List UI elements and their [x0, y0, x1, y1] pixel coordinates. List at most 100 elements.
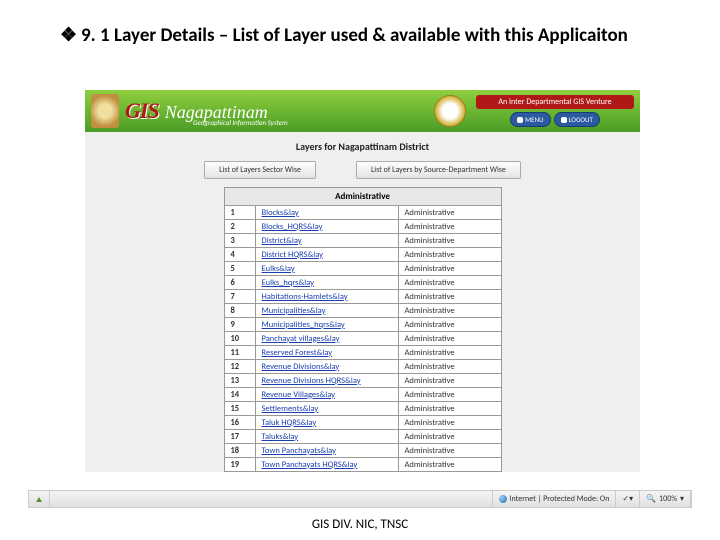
app-screenshot: GIS Nagapattinam Geographical Informatio…	[85, 90, 640, 472]
table-row: 16Taluk HQRS&layAdministrative	[224, 416, 501, 430]
table-row: 10Panchayat villages&layAdministrative	[224, 332, 501, 346]
row-category: Administrative	[398, 388, 501, 402]
row-number: 17	[224, 430, 255, 444]
row-number: 9	[224, 318, 255, 332]
row-layer-link[interactable]: District HQRS&lay	[255, 248, 398, 262]
menu-icon	[517, 117, 523, 123]
row-category: Administrative	[398, 290, 501, 304]
table-row: 15Settlements&layAdministrative	[224, 402, 501, 416]
row-category: Administrative	[398, 248, 501, 262]
row-layer-link[interactable]: District&lay	[255, 234, 398, 248]
row-category: Administrative	[398, 234, 501, 248]
row-category: Administrative	[398, 220, 501, 234]
status-zoom[interactable]: 🔍 100% ▾	[640, 491, 691, 507]
slide-title: ❖9. 1 Layer Details – List of Layer used…	[60, 24, 628, 47]
row-number: 2	[224, 220, 255, 234]
status-spacer	[50, 491, 493, 507]
table-row: 8Municipalities&layAdministrative	[224, 304, 501, 318]
row-category: Administrative	[398, 430, 501, 444]
app-header: GIS Nagapattinam Geographical Informatio…	[85, 90, 640, 132]
row-number: 1	[224, 206, 255, 220]
table-row: 9Municipalities_hqrs&layAdministrative	[224, 318, 501, 332]
row-number: 4	[224, 248, 255, 262]
bullet-icon: ❖	[60, 25, 77, 46]
menu-button[interactable]: MENU	[510, 112, 550, 127]
row-layer-link[interactable]: Reserved Forest&lay	[255, 346, 398, 360]
slide-footer: GIS DIV. NIC, TNSC	[0, 517, 720, 532]
row-layer-link[interactable]: Blocks&lay	[255, 206, 398, 220]
title-text: 9. 1 Layer Details – List of Layer used …	[81, 24, 628, 47]
row-layer-link[interactable]: Revenue Divisions HQRS&lay	[255, 374, 398, 388]
row-layer-link[interactable]: Blocks_HQRS&lay	[255, 220, 398, 234]
row-number: 7	[224, 290, 255, 304]
row-layer-link[interactable]: Taluk HQRS&lay	[255, 416, 398, 430]
row-layer-link[interactable]: Municipalities_hqrs&lay	[255, 318, 398, 332]
row-number: 18	[224, 444, 255, 458]
table-row: 12Revenue Divisions&layAdministrative	[224, 360, 501, 374]
table-row: 2Blocks_HQRS&layAdministrative	[224, 220, 501, 234]
row-layer-link[interactable]: Panchayat villages&lay	[255, 332, 398, 346]
logout-icon	[561, 117, 567, 123]
table-row: 7Habitations-Hamlets&layAdministrative	[224, 290, 501, 304]
table-row: 6Eulks_hqrs&layAdministrative	[224, 276, 501, 290]
logout-button[interactable]: LOGOUT	[554, 112, 600, 127]
table-row: 4District HQRS&layAdministrative	[224, 248, 501, 262]
table-row: 17Taluks&layAdministrative	[224, 430, 501, 444]
row-number: 19	[224, 458, 255, 472]
row-category: Administrative	[398, 262, 501, 276]
row-layer-link[interactable]: Eulks&lay	[255, 262, 398, 276]
chevron-down-icon: ▾	[680, 494, 684, 504]
row-category: Administrative	[398, 346, 501, 360]
layers-table: Administrative 1Blocks&layAdministrative…	[224, 187, 502, 472]
globe-icon	[499, 495, 507, 503]
table-row: 5Eulks&layAdministrative	[224, 262, 501, 276]
row-category: Administrative	[398, 206, 501, 220]
table-row: 14Revenue Villages&layAdministrative	[224, 388, 501, 402]
status-extra1[interactable]: ✓▾	[616, 491, 640, 507]
menu-logout-row: MENU LOGOUT	[476, 112, 634, 127]
table-row: 11Reserved Forest&layAdministrative	[224, 346, 501, 360]
row-number: 8	[224, 304, 255, 318]
row-number: 12	[224, 360, 255, 374]
row-layer-link[interactable]: Eulks_hqrs&lay	[255, 276, 398, 290]
tab-sector-wise[interactable]: List of Layers Sector Wise	[204, 161, 316, 179]
zoom-text: 100%	[659, 494, 677, 504]
row-category: Administrative	[398, 374, 501, 388]
row-layer-link[interactable]: Revenue Villages&lay	[255, 388, 398, 402]
browser-status-bar: Internet | Protected Mode: On ✓▾ 🔍 100% …	[28, 490, 692, 508]
status-mode: Internet | Protected Mode: On	[493, 491, 617, 507]
row-layer-link[interactable]: Town Panchayats&lay	[255, 444, 398, 458]
row-number: 11	[224, 346, 255, 360]
row-number: 14	[224, 388, 255, 402]
row-number: 5	[224, 262, 255, 276]
row-category: Administrative	[398, 416, 501, 430]
zoom-icon: 🔍	[646, 494, 656, 504]
row-category: Administrative	[398, 318, 501, 332]
row-layer-link[interactable]: Habitations-Hamlets&lay	[255, 290, 398, 304]
content-area: Layers for Nagapattinam District List of…	[85, 132, 640, 472]
row-layer-link[interactable]: Settlements&lay	[255, 402, 398, 416]
row-category: Administrative	[398, 360, 501, 374]
emblem-icon	[91, 94, 119, 128]
row-number: 3	[224, 234, 255, 248]
row-number: 13	[224, 374, 255, 388]
logo-subtitle: Geographical Information System	[193, 118, 288, 127]
row-number: 16	[224, 416, 255, 430]
row-category: Administrative	[398, 332, 501, 346]
table-wrap: Administrative 1Blocks&layAdministrative…	[85, 187, 640, 472]
row-layer-link[interactable]: Municipalities&lay	[255, 304, 398, 318]
status-mode-text: Internet | Protected Mode: On	[510, 494, 610, 504]
row-layer-link[interactable]: Town Panchayats HQRS&lay	[255, 458, 398, 472]
tab-department-wise[interactable]: List of Layers by Source-Department Wise	[356, 161, 521, 179]
row-number: 6	[224, 276, 255, 290]
table-row: 1Blocks&layAdministrative	[224, 206, 501, 220]
table-row: 3District&layAdministrative	[224, 234, 501, 248]
row-number: 15	[224, 402, 255, 416]
logo-gis: GIS	[125, 98, 159, 124]
row-layer-link[interactable]: Taluks&lay	[255, 430, 398, 444]
table-row: 18Town Panchayats&layAdministrative	[224, 444, 501, 458]
venture-label: An Inter Departmental GIS Venture	[476, 95, 634, 109]
status-done-icon	[29, 491, 50, 507]
row-category: Administrative	[398, 458, 501, 472]
row-layer-link[interactable]: Revenue Divisions&lay	[255, 360, 398, 374]
